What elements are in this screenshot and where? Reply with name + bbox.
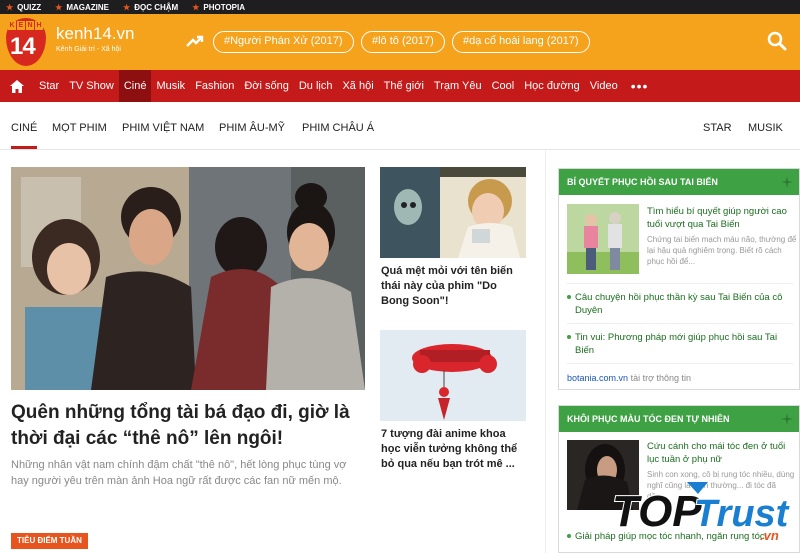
nav-item-cine[interactable]: Ciné: [118, 70, 152, 102]
sponsored-title[interactable]: Cứu cánh cho mái tóc đen ở tuổi lục tuần…: [647, 440, 797, 466]
hero-image[interactable]: [11, 167, 365, 390]
nav-item-doi-song[interactable]: Đời sống: [239, 70, 294, 102]
toptrust-watermark: TOP Trust .vn: [612, 482, 791, 543]
pinwheel-icon: [781, 413, 793, 425]
nav-item-du-lich[interactable]: Du lịch: [294, 70, 338, 102]
more-menu-icon[interactable]: •••: [623, 78, 657, 94]
article-thumbnail[interactable]: [380, 167, 526, 258]
nav-item-cool[interactable]: Cool: [487, 70, 520, 102]
topbar-item-doc-cham[interactable]: ★ ĐỌC CHẬM: [123, 3, 178, 12]
sponsored-desc: Chứng tai biến mạch máu não, thường để l…: [647, 235, 797, 266]
topbar-item-quizz[interactable]: ★ QUIZZ: [6, 3, 41, 12]
search-icon[interactable]: [767, 31, 787, 51]
home-icon[interactable]: [0, 70, 34, 102]
article-title[interactable]: Quá mệt mỏi với tên biến thái này của ph…: [381, 264, 527, 309]
subnav-item-cine[interactable]: CINÉ: [11, 122, 37, 134]
section-badge[interactable]: TIÊU ĐIỂM TUẦN: [11, 533, 88, 549]
top-bar: ★ QUIZZ ★ MAGAZINE ★ ĐỌC CHẬM ★ PHOTOPIA: [0, 0, 800, 14]
trending-tag[interactable]: #Người Phán Xử (2017): [213, 31, 354, 53]
topbar-item-magazine[interactable]: ★ MAGAZINE: [55, 3, 109, 12]
nav-item-hoc-duong[interactable]: Học đường: [519, 70, 585, 102]
site-name[interactable]: kenh14.vn: [56, 24, 134, 44]
star-icon: ★: [6, 2, 14, 12]
star-icon: ★: [55, 2, 63, 12]
article-thumbnail[interactable]: [380, 330, 526, 421]
hero-title[interactable]: Quên những tổng tài bá đạo đi, giờ là th…: [11, 400, 361, 452]
subnav-item-phim-viet-nam[interactable]: PHIM VIỆT NAM: [122, 122, 204, 134]
nav-item-star[interactable]: Star: [34, 70, 64, 102]
column-divider: [545, 150, 546, 553]
star-icon: ★: [123, 2, 131, 12]
svg-text:TOP: TOP: [612, 487, 702, 536]
sponsored-thumbnail[interactable]: [567, 204, 639, 274]
nav-item-video[interactable]: Video: [585, 70, 623, 102]
sponsored-link[interactable]: Tin vui: Phương pháp mới giúp phục hồi s…: [567, 331, 795, 357]
nav-item-musik[interactable]: Musik: [151, 70, 190, 102]
nav-item-tram-yeu[interactable]: Trạm Yêu: [429, 70, 487, 102]
sponsored-box-stroke-recovery: BÍ QUYẾT PHỤC HỒI SAU TAI BIẾN Tìm hiểu …: [558, 168, 800, 390]
subnav-item-phim-au-my[interactable]: PHIM ÂU-MỸ: [219, 122, 285, 134]
nav-item-xa-hoi[interactable]: Xã hội: [337, 70, 378, 102]
section-subnav: CINÉ MỌT PHIM PHIM VIỆT NAM PHIM ÂU-MỸ P…: [0, 102, 800, 150]
main-nav: Star TV Show Ciné Musik Fashion Đời sống…: [0, 70, 800, 102]
star-icon: ★: [192, 2, 200, 12]
topbar-item-photopia[interactable]: ★ PHOTOPIA: [192, 3, 245, 12]
sponsored-box-header: KHÔI PHỤC MÀU TÓC ĐEN TỰ NHIÊN: [559, 406, 799, 432]
site-header: KENH 14 kenh14.vn Kênh Giải trí - Xã hội…: [0, 14, 800, 70]
trending-tag[interactable]: #lô tô (2017): [361, 31, 445, 53]
article-title[interactable]: 7 tượng đài anime khoa học viễn tưởng kh…: [381, 427, 527, 472]
sponsored-box-header: BÍ QUYẾT PHỤC HỒI SAU TAI BIẾN: [559, 169, 799, 195]
sponsor-credit: botania.com.vn tài trợ thông tin: [567, 373, 691, 383]
subnav-item-phim-chau-a[interactable]: PHIM CHÂU Á: [302, 122, 374, 134]
hero-summary: Những nhân vật nam chính đậm chất "thê n…: [11, 459, 347, 487]
subnav-item-star[interactable]: STAR: [703, 122, 732, 134]
sponsor-link[interactable]: botania.com.vn: [567, 373, 628, 383]
nav-item-fashion[interactable]: Fashion: [190, 70, 239, 102]
site-logo[interactable]: KENH 14: [6, 18, 46, 66]
sponsored-title[interactable]: Tìm hiểu bí quyết giúp người cao tuổi vư…: [647, 205, 797, 231]
subnav-item-musik[interactable]: MUSIK: [748, 122, 783, 134]
site-tagline: Kênh Giải trí - Xã hội: [56, 46, 121, 53]
subnav-item-mot-phim[interactable]: MỌT PHIM: [52, 122, 107, 134]
svg-text:.vn: .vn: [760, 528, 779, 543]
active-underline: [11, 146, 37, 149]
nav-item-the-gioi[interactable]: Thế giới: [379, 70, 429, 102]
sponsored-link[interactable]: Câu chuyện hồi phục thần kỳ sau Tai Biến…: [567, 291, 795, 317]
trending-tag[interactable]: #dạ cổ hoài lang (2017): [452, 31, 590, 53]
trending-icon: [186, 35, 204, 47]
nav-item-tv-show[interactable]: TV Show: [64, 70, 119, 102]
pinwheel-icon: [781, 176, 793, 188]
